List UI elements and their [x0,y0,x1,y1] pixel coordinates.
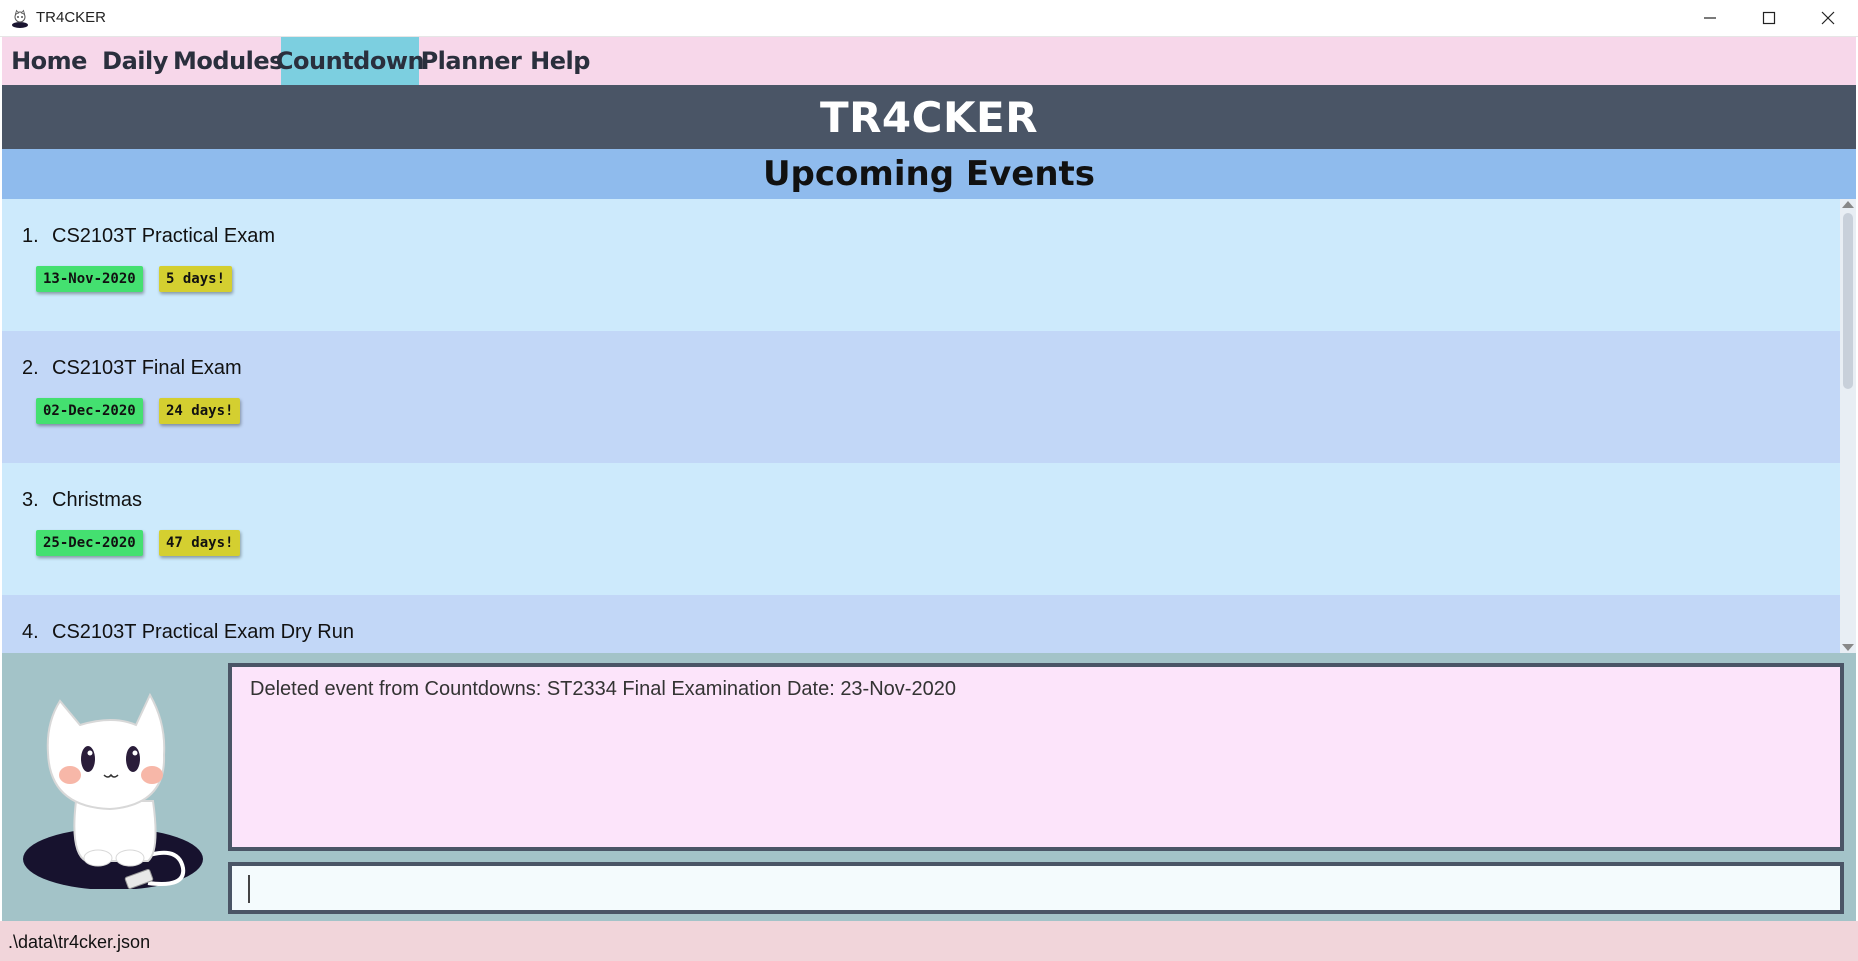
result-message: Deleted event from Countdowns: ST2334 Fi… [250,678,956,700]
minimize-icon [1704,17,1716,19]
event-card[interactable]: 1. CS2103T Practical Exam 13-Nov-2020 5 d… [2,199,1840,331]
event-title: 4. CS2103T Practical Exam Dry Run [22,621,354,644]
result-display: Deleted event from Countdowns: ST2334 Fi… [228,663,1844,851]
scroll-down-icon[interactable] [1842,644,1854,651]
event-name: CS2103T Practical Exam [52,225,276,247]
section-title: Upcoming Events [762,154,1096,194]
event-number: 3. [22,489,39,511]
scroll-thumb[interactable] [1843,213,1853,389]
menu-bar: Home Daily Modules Countdown Planner Hel… [2,37,1856,85]
event-countdown-tag: 5 days! [159,266,233,292]
status-bar: .\data\tr4cker.json [0,921,1858,961]
event-title: 3. Christmas [22,489,142,512]
event-date-tag: 25-Dec-2020 [36,530,143,556]
event-title: 1. CS2103T Practical Exam [22,225,275,248]
events-scrollbar[interactable] [1840,199,1856,653]
menu-modules[interactable]: Modules [173,37,283,85]
app-banner: TR4CKER [2,85,1856,149]
section-header: Upcoming Events [2,149,1856,199]
event-name: CS2103T Final Exam [52,357,242,379]
command-box[interactable] [228,862,1844,914]
event-countdown-tag: 24 days! [159,398,241,424]
event-card[interactable]: 4. CS2103T Practical Exam Dry Run [2,595,1840,653]
event-date-tag: 13-Nov-2020 [36,266,143,292]
event-number: 2. [22,357,39,379]
menu-daily[interactable]: Daily [96,37,174,85]
banner-title: TR4CKER [819,92,1039,142]
event-number: 1. [22,225,39,247]
event-countdown-tag: 47 days! [159,530,241,556]
menu-home[interactable]: Home [2,37,96,85]
close-button[interactable] [1799,0,1857,36]
event-title: 2. CS2103T Final Exam [22,357,242,380]
window-titlebar: TR4CKER [0,0,1858,37]
scroll-up-icon[interactable] [1842,201,1854,208]
maximize-icon [1762,11,1776,25]
app-cat-icon [12,9,28,28]
maximize-button[interactable] [1740,0,1798,36]
window-title: TR4CKER [36,9,107,26]
event-name: Christmas [52,489,143,511]
cat-mascot-image [23,692,203,889]
menu-planner[interactable]: Planner [419,37,523,85]
text-caret [248,875,250,903]
event-card[interactable]: 3. Christmas 25-Dec-2020 47 days! [2,463,1840,595]
event-date-tag: 02-Dec-2020 [36,398,143,424]
data-file-path: .\data\tr4cker.json [8,932,151,952]
menu-countdown[interactable]: Countdown [276,37,425,85]
event-number: 4. [22,621,39,643]
events-list[interactable]: 1. CS2103T Practical Exam 13-Nov-2020 5 d… [2,199,1840,653]
close-icon [1821,11,1835,25]
menu-help[interactable]: Help [523,37,597,85]
minimize-button[interactable] [1681,0,1739,36]
command-input[interactable] [246,872,1820,906]
event-name: CS2103T Practical Exam Dry Run [52,621,354,643]
bottom-panel: Deleted event from Countdowns: ST2334 Fi… [2,653,1856,921]
event-card[interactable]: 2. CS2103T Final Exam 02-Dec-2020 24 days… [2,331,1840,463]
